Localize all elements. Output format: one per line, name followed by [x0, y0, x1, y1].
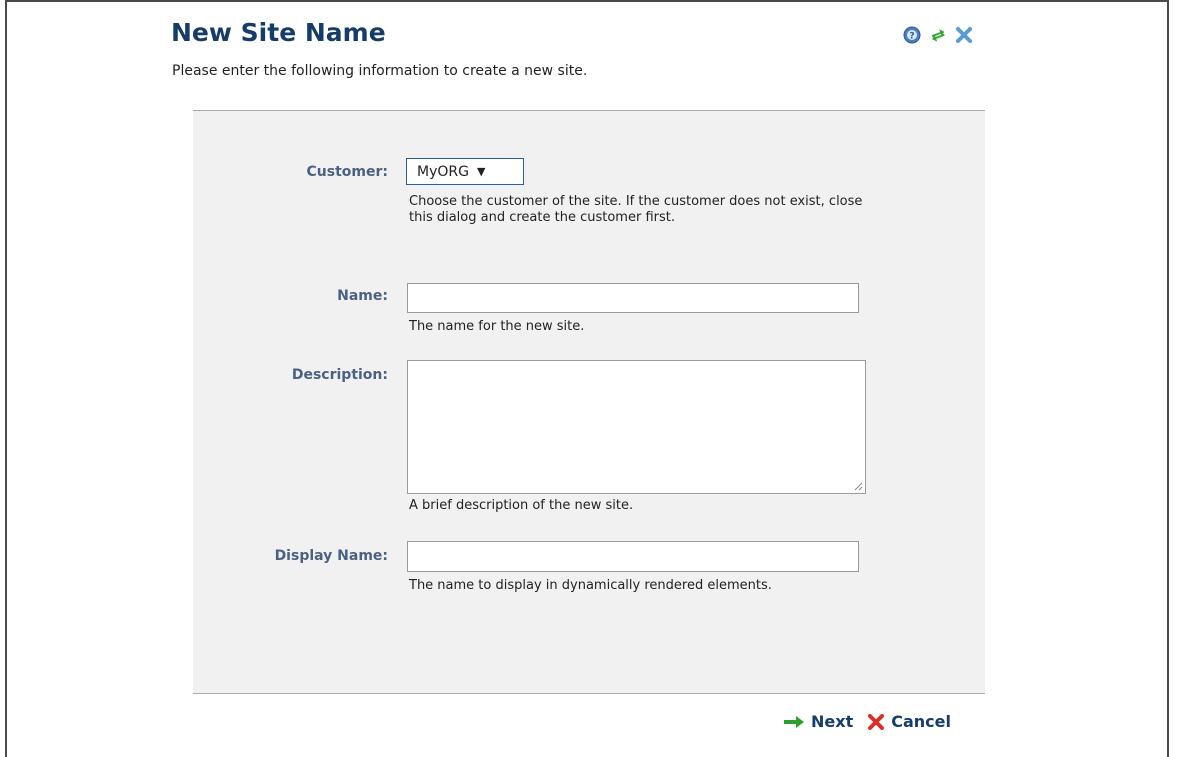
description-textarea[interactable] [407, 360, 866, 494]
svg-text:?: ? [909, 32, 914, 42]
next-button[interactable]: Next [783, 712, 853, 731]
refresh-icon[interactable] [929, 26, 947, 44]
description-label: Description: [291, 367, 388, 383]
display-name-help-text: The name to display in dynamically rende… [409, 578, 772, 593]
customer-label: Customer: [306, 164, 388, 180]
description-help-text: A brief description of the new site. [409, 498, 634, 513]
cancel-button[interactable]: Cancel [867, 712, 951, 731]
dialog-toolbar: ? [903, 26, 973, 44]
dialog-title: New Site Name [171, 18, 386, 47]
name-label: Name: [337, 288, 388, 304]
customer-select[interactable]: MyORG ▼ [406, 158, 524, 185]
close-icon[interactable] [955, 26, 973, 44]
customer-select-value: MyORG [417, 163, 469, 180]
caret-down-icon: ▼ [476, 165, 486, 178]
arrow-right-icon [784, 715, 804, 728]
help-circle-icon[interactable]: ? [903, 26, 921, 44]
next-button-label: Next [811, 712, 854, 731]
name-input[interactable] [407, 283, 859, 313]
customer-help-text: Choose the customer of the site. If the … [409, 194, 863, 225]
display-name-input[interactable] [407, 541, 859, 572]
dialog-footer: Next Cancel [783, 712, 951, 731]
display-name-label: Display Name: [274, 548, 388, 564]
x-icon [868, 713, 885, 730]
cancel-button-label: Cancel [891, 712, 951, 731]
resize-grip-icon[interactable] [853, 481, 863, 491]
dialog-subtitle: Please enter the following information t… [172, 63, 588, 79]
name-help-text: The name for the new site. [409, 319, 585, 334]
